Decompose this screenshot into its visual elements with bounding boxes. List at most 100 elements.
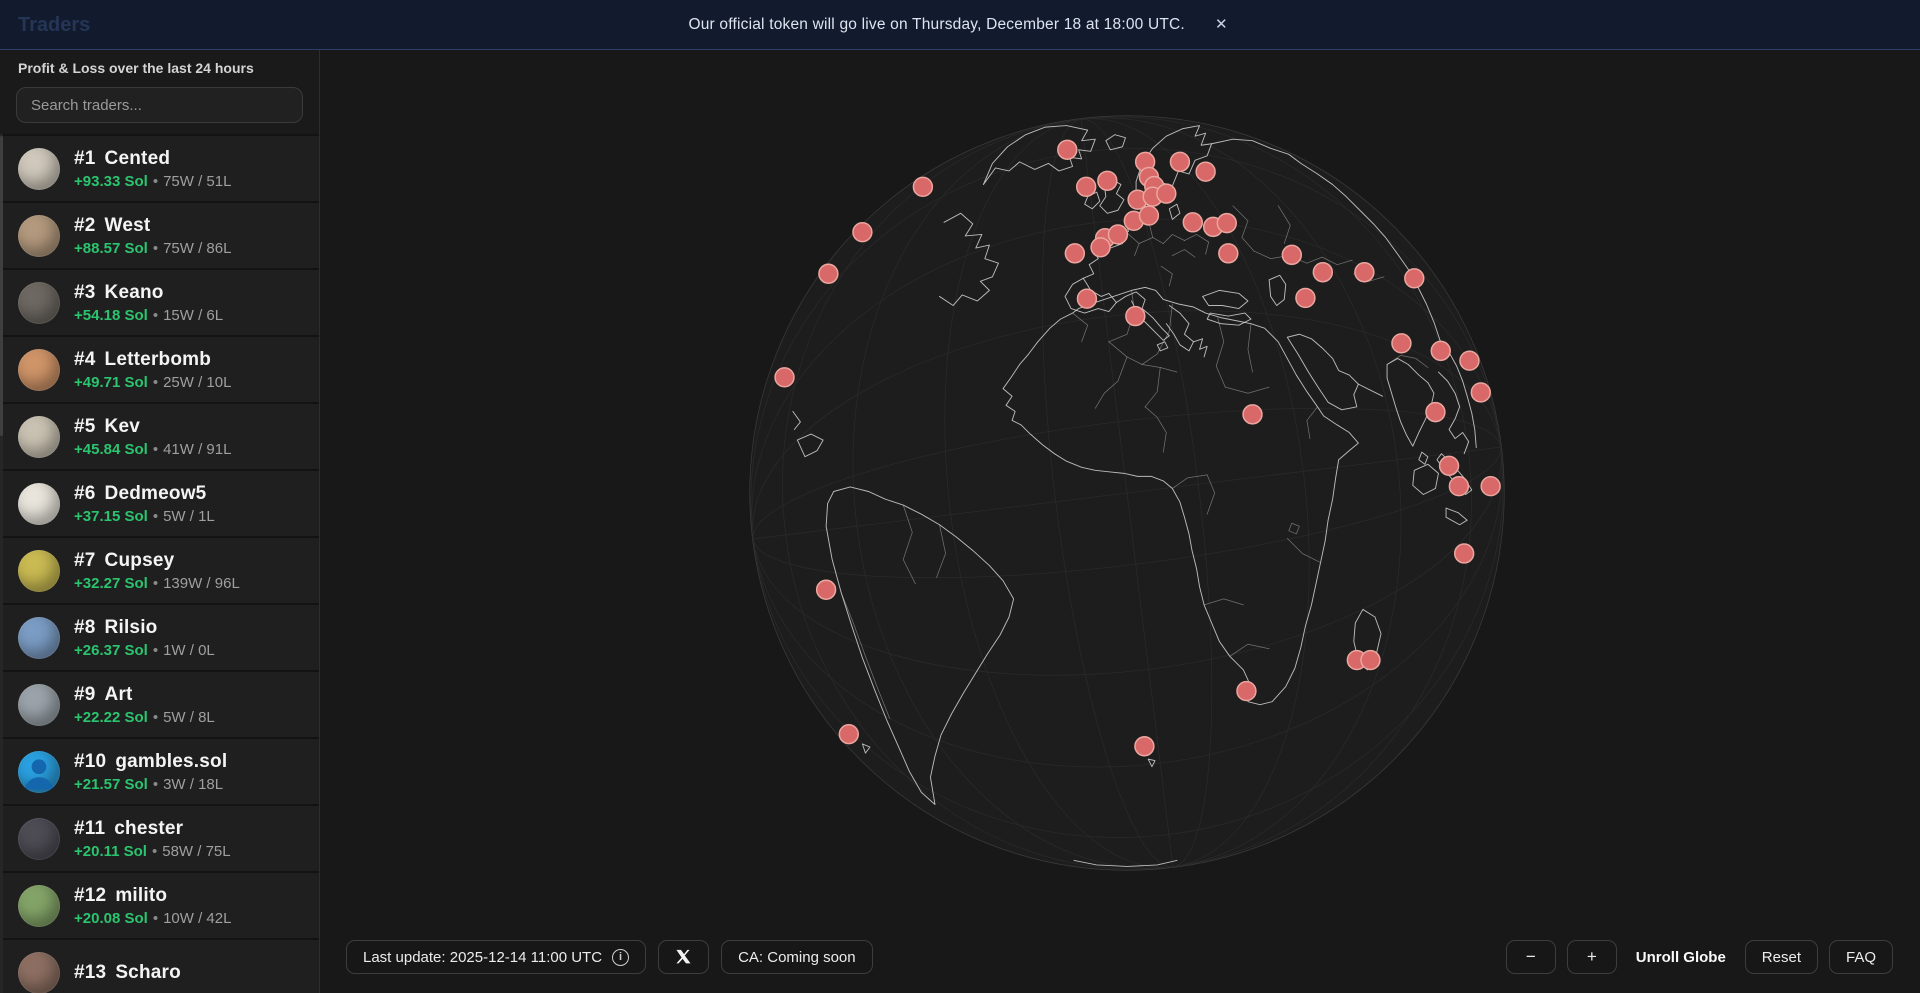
location-marker[interactable] (1405, 269, 1424, 288)
faq-button[interactable]: FAQ (1829, 940, 1893, 974)
trader-row[interactable]: #1Cented +93.33 Sol•75W / 51L (0, 134, 319, 201)
location-marker[interactable] (1183, 213, 1202, 232)
location-marker[interactable] (853, 223, 872, 242)
trader-pnl: +93.33 Sol (74, 173, 148, 190)
trader-row[interactable]: #3Keano +54.18 Sol•15W / 6L (0, 268, 319, 335)
search-input[interactable] (16, 87, 303, 123)
location-marker[interactable] (1196, 162, 1215, 181)
x-logo-icon (675, 949, 692, 965)
location-marker[interactable] (1058, 140, 1077, 159)
location-marker[interactable] (1219, 244, 1238, 263)
location-marker[interactable] (1139, 206, 1158, 225)
trader-row[interactable]: #7Cupsey +32.27 Sol•139W / 96L (0, 536, 319, 603)
location-marker[interactable] (1098, 171, 1117, 190)
location-marker[interactable] (1108, 225, 1127, 244)
trader-avatar (18, 215, 60, 257)
location-marker[interactable] (1126, 307, 1145, 326)
x-twitter-button[interactable] (658, 940, 709, 974)
trader-row[interactable]: #2West +88.57 Sol•75W / 86L (0, 201, 319, 268)
location-marker[interactable] (1077, 289, 1096, 308)
trader-pnl: +26.37 Sol (74, 642, 148, 659)
separator-dot: • (153, 575, 158, 592)
trader-name: Kev (105, 416, 140, 437)
location-marker[interactable] (839, 725, 858, 744)
ca-text: CA: Coming soon (738, 949, 856, 966)
banner-close-button[interactable]: ✕ (1211, 13, 1232, 36)
location-marker[interactable] (817, 580, 836, 599)
last-update-text: Last update: 2025-12-14 11:00 UTC (363, 949, 602, 966)
trader-avatar (18, 885, 60, 927)
location-marker[interactable] (1135, 737, 1154, 756)
location-marker[interactable] (1237, 682, 1256, 701)
sidebar-subtitle: Profit & Loss over the last 24 hours (0, 50, 319, 76)
location-marker[interactable] (1471, 383, 1490, 402)
location-marker[interactable] (819, 264, 838, 283)
location-marker[interactable] (913, 177, 932, 196)
trader-avatar (18, 684, 60, 726)
info-icon[interactable] (612, 949, 629, 966)
zoom-in-button[interactable]: + (1567, 940, 1617, 974)
trader-rank: #10 (74, 751, 106, 772)
location-marker[interactable] (1065, 244, 1084, 263)
trader-name: milito (115, 885, 167, 906)
trader-row[interactable]: #8Rilsio +26.37 Sol•1W / 0L (0, 603, 319, 670)
location-marker[interactable] (1431, 341, 1450, 360)
trader-name: Cented (105, 148, 171, 169)
trader-avatar (18, 416, 60, 458)
trader-row[interactable]: #4Letterbomb +49.71 Sol•25W / 10L (0, 335, 319, 402)
location-marker[interactable] (1243, 405, 1262, 424)
location-marker[interactable] (1313, 263, 1332, 282)
trader-name: Letterbomb (105, 349, 212, 370)
location-marker[interactable] (1460, 351, 1479, 370)
trader-avatar (18, 751, 60, 793)
trader-row[interactable]: #13Scharo (0, 938, 319, 993)
trader-rank: #4 (74, 349, 96, 370)
trader-pnl: +32.27 Sol (74, 575, 148, 592)
trader-rank: #5 (74, 416, 96, 437)
trader-rank: #8 (74, 617, 96, 638)
trader-row[interactable]: #11chester +20.11 Sol•58W / 75L (0, 804, 319, 871)
zoom-out-button[interactable]: − (1506, 940, 1556, 974)
trader-row[interactable]: #12milito +20.08 Sol•10W / 42L (0, 871, 319, 938)
trader-avatar (18, 818, 60, 860)
location-marker[interactable] (1392, 334, 1411, 353)
trader-avatar (18, 148, 60, 190)
reset-button[interactable]: Reset (1745, 940, 1818, 974)
location-marker[interactable] (1157, 184, 1176, 203)
location-marker[interactable] (1361, 651, 1380, 670)
location-marker[interactable] (1426, 403, 1445, 422)
location-marker[interactable] (1296, 289, 1315, 308)
trader-record: 75W / 86L (163, 240, 231, 257)
trader-record: 5W / 1L (163, 508, 215, 525)
location-marker[interactable] (1091, 238, 1110, 257)
trader-name: Art (105, 684, 133, 705)
trader-rank: #7 (74, 550, 96, 571)
location-marker[interactable] (1440, 456, 1459, 475)
trader-pnl: +20.08 Sol (74, 910, 148, 927)
location-marker[interactable] (1355, 263, 1374, 282)
trader-record: 139W / 96L (163, 575, 240, 592)
trader-row[interactable]: #10gambles.sol +21.57 Sol•3W / 18L (0, 737, 319, 804)
location-marker[interactable] (1077, 177, 1096, 196)
location-marker[interactable] (1282, 245, 1301, 264)
trader-record: 10W / 42L (163, 910, 231, 927)
location-marker[interactable] (1455, 544, 1474, 563)
trader-row[interactable]: #5Kev +45.84 Sol•41W / 91L (0, 402, 319, 469)
location-marker[interactable] (1217, 214, 1236, 233)
trader-name: Keano (105, 282, 164, 303)
trader-info: #2West +88.57 Sol•75W / 86L (74, 215, 231, 257)
sidebar-scrollbar-thumb[interactable] (0, 136, 3, 436)
footer-left-controls: Last update: 2025-12-14 11:00 UTC CA: Co… (346, 940, 873, 974)
location-marker[interactable] (1449, 477, 1468, 496)
location-marker[interactable] (1170, 152, 1189, 171)
location-marker[interactable] (775, 368, 794, 387)
unroll-globe-button[interactable]: Unroll Globe (1628, 940, 1734, 974)
trader-rank: #12 (74, 885, 106, 906)
trader-row[interactable]: #9Art +22.22 Sol•5W / 8L (0, 670, 319, 737)
trader-pnl: +21.57 Sol (74, 776, 148, 793)
sidebar-scrollbar[interactable] (0, 134, 3, 993)
trader-info: #6Dedmeow5 +37.15 Sol•5W / 1L (74, 483, 215, 525)
trader-row[interactable]: #6Dedmeow5 +37.15 Sol•5W / 1L (0, 469, 319, 536)
location-marker[interactable] (1481, 477, 1500, 496)
globe[interactable] (749, 115, 1505, 871)
